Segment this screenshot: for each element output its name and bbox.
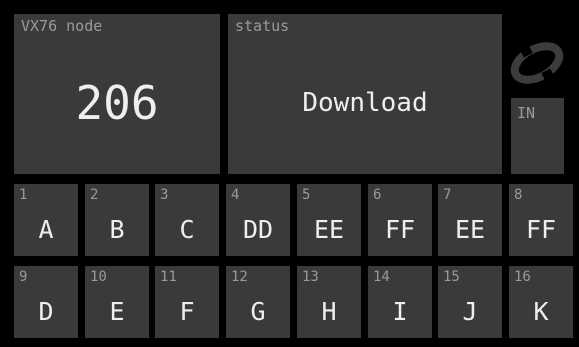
pad-letter: E — [109, 297, 125, 326]
pad-number: 4 — [231, 187, 240, 203]
pad-button[interactable]: 2B — [85, 184, 149, 256]
pad-number: 11 — [160, 269, 177, 285]
pad-button[interactable]: 16 K — [509, 266, 573, 338]
pad-number: 8 — [514, 187, 523, 203]
input-indicator-label: IN — [517, 104, 536, 122]
swirl-logo-icon — [510, 38, 564, 88]
pad-letter: I — [392, 297, 408, 326]
pad-letter: F — [179, 297, 195, 326]
node-value: 206 — [75, 76, 159, 130]
pad-button[interactable]: 9D — [14, 266, 78, 338]
pad-button[interactable]: 4 DD — [226, 184, 290, 256]
node-caption: VX76 node — [21, 17, 103, 35]
pad-letter: G — [250, 297, 266, 326]
pad-letter: B — [109, 215, 125, 244]
status-caption: status — [235, 17, 290, 35]
pad-number: 15 — [443, 269, 460, 285]
pad-button[interactable]: 7 EE — [438, 184, 502, 256]
node-panel: VX76 node 206 — [14, 14, 220, 174]
pad-number: 5 — [302, 187, 311, 203]
pad-letter: DD — [242, 215, 274, 244]
pad-letter: H — [321, 297, 337, 326]
pad-number: 2 — [90, 187, 99, 203]
pad-button[interactable]: 15 J — [438, 266, 502, 338]
pad-number: 1 — [19, 187, 28, 203]
pad-number: 10 — [90, 269, 107, 285]
pad-button[interactable]: 5 EE — [297, 184, 361, 256]
pad-letter: EE — [313, 215, 345, 244]
pad-letter: K — [533, 297, 549, 326]
pad-button[interactable]: 14 I — [368, 266, 432, 338]
pad-number: 7 — [443, 187, 452, 203]
status-value: Download — [302, 88, 428, 118]
pad-number: 6 — [373, 187, 382, 203]
pad-number: 12 — [231, 269, 248, 285]
pad-button[interactable]: 10 E — [85, 266, 149, 338]
status-panel: status Download — [228, 14, 502, 174]
pad-button[interactable]: 12 G — [226, 266, 290, 338]
pad-number: 14 — [373, 269, 390, 285]
pad-button[interactable]: 6 FF — [368, 184, 432, 256]
pad-button[interactable]: 3C — [155, 184, 219, 256]
pad-number: 9 — [19, 269, 28, 285]
pad-number: 3 — [160, 187, 169, 203]
pad-letter: C — [179, 215, 195, 244]
pad-letter: FF — [525, 215, 557, 244]
input-indicator: IN — [511, 98, 564, 174]
pad-letter: EE — [454, 215, 486, 244]
pad-button[interactable]: 13 H — [297, 266, 361, 338]
pad-letter: J — [462, 297, 478, 326]
pad-button[interactable]: 8 FF — [509, 184, 573, 256]
pad-number: 13 — [302, 269, 319, 285]
pad-button[interactable]: 1A — [14, 184, 78, 256]
pad-letter: A — [38, 215, 54, 244]
pad-letter: FF — [384, 215, 416, 244]
pad-button[interactable]: 11 F — [155, 266, 219, 338]
pad-letter: D — [38, 297, 54, 326]
pad-number: 16 — [514, 269, 531, 285]
